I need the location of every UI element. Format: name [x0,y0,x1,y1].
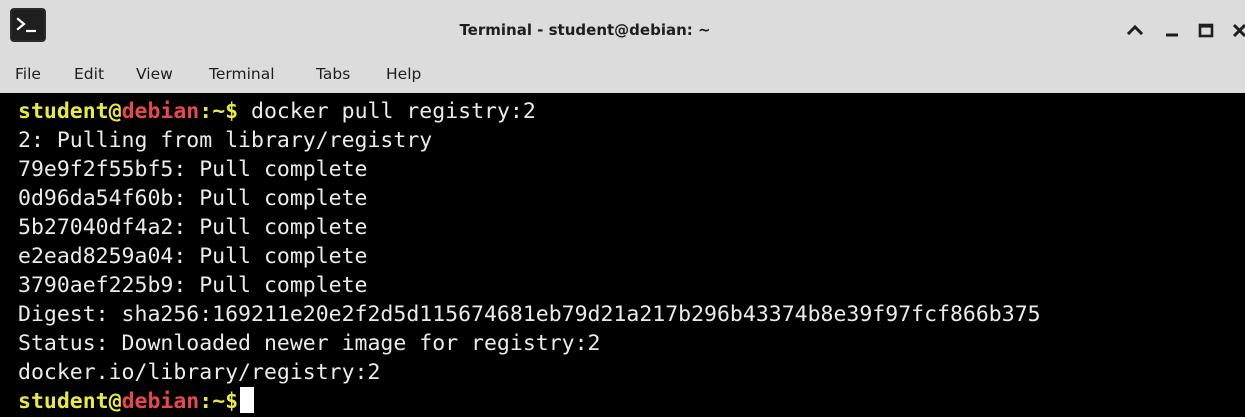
command-line: student@debian:~$ docker pull registry:2 [18,97,536,126]
output-line: Digest: sha256:169211e20e2f2d5d115674681… [18,302,1041,327]
output-line: 5b27040df4a2: Pull complete [18,215,368,240]
prompt-user: student [18,99,109,124]
close-icon[interactable] [1228,18,1245,42]
window-title: Terminal - student@debian: ~ [459,21,711,39]
prompt-separator: : [199,99,213,124]
terminal-output-area[interactable]: student@debian:~$ docker pull registry:2… [0,93,1245,417]
prompt-host: debian [121,389,200,414]
text-cursor [240,387,255,413]
prompt-symbol: $ [225,99,239,124]
command-text: docker pull registry:2 [238,99,536,124]
prompt-path: ~ [212,99,226,124]
output-line: 2: Pulling from library/registry [18,128,433,153]
terminal-window: Terminal - student@debian: ~ File Edit V… [0,0,1245,417]
prompt-at: @ [108,389,122,414]
menu-view[interactable]: View [136,58,173,93]
prompt-separator: : [199,389,213,414]
output-line: docker.io/library/registry:2 [18,360,381,385]
output-line: Status: Downloaded newer image for regis… [18,331,601,356]
title-bar[interactable]: Terminal - student@debian: ~ [0,0,1245,58]
prompt-host: debian [121,99,200,124]
prompt-symbol: $ [225,389,239,414]
maximize-icon[interactable] [1194,18,1218,42]
menu-bar: File Edit View Terminal Tabs Help [0,58,1245,93]
menu-file[interactable]: File [15,58,41,93]
menu-tabs[interactable]: Tabs [316,58,350,93]
output-line: e2ead8259a04: Pull complete [18,244,368,269]
chevron-up-icon[interactable] [1123,18,1147,42]
prompt-at: @ [108,99,122,124]
prompt-line: student@debian:~$ [18,387,255,416]
menu-edit[interactable]: Edit [74,58,104,93]
menu-terminal[interactable]: Terminal [209,58,275,93]
minimize-icon[interactable] [1160,18,1184,42]
output-line: 0d96da54f60b: Pull complete [18,186,368,211]
output-line: 3790aef225b9: Pull complete [18,273,368,298]
output-line: 79e9f2f55bf5: Pull complete [18,157,368,182]
prompt-path: ~ [212,389,226,414]
menu-help[interactable]: Help [386,58,421,93]
prompt-user: student [18,389,109,414]
